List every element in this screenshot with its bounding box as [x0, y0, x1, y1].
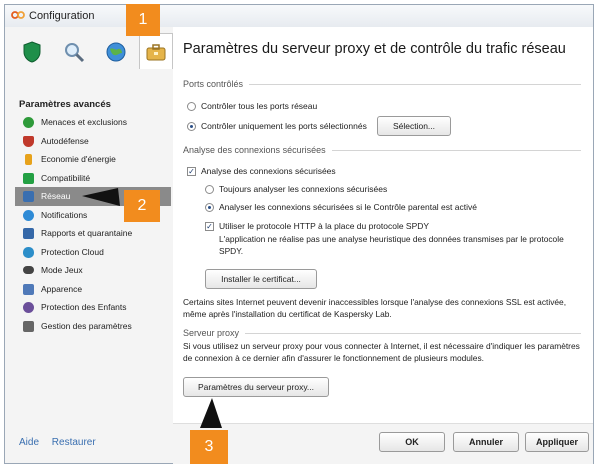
install-certificate-button[interactable]: Installer le certificat...: [205, 269, 317, 289]
nav-item-gaming[interactable]: Mode Jeux: [15, 261, 171, 280]
kaspersky-logo-icon: [11, 11, 25, 19]
ok-button[interactable]: OK: [379, 432, 445, 452]
sidebar-heading: Paramètres avancés: [19, 99, 111, 110]
ssl-scan-label: Analyse des connexions sécurisées: [201, 166, 336, 176]
page-title: Paramètres du serveur proxy et de contrô…: [183, 41, 566, 57]
callout-1: 1: [126, 4, 160, 36]
ports-selected-label: Contrôler uniquement les ports sélection…: [201, 121, 367, 131]
configuration-window: Configuration Paramètres avancés Menaces…: [4, 4, 594, 464]
spdy-option[interactable]: ✓ Utiliser le protocole HTTP à la place …: [205, 221, 429, 231]
nav-item-self-defense[interactable]: Autodéfense: [15, 132, 171, 151]
check-circle-icon: [23, 117, 34, 128]
settings-nav: Menaces et exclusions Autodéfense Econom…: [15, 113, 171, 335]
nav-item-energy[interactable]: Economie d'énergie: [15, 150, 171, 169]
callout-3: 3: [190, 430, 228, 464]
shield-icon: [23, 41, 41, 63]
nav-item-parental[interactable]: Protection des Enfants: [15, 298, 171, 317]
spdy-note: L'application ne réalise pas une analyse…: [219, 234, 564, 256]
nav-item-label: Autodéfense: [41, 135, 89, 146]
ports-all-option[interactable]: Contrôler tous les ports réseau: [187, 101, 317, 111]
magnifier-icon: [65, 43, 85, 63]
ports-selected-option[interactable]: Contrôler uniquement les ports sélection…: [187, 121, 367, 131]
settings-tab[interactable]: [139, 33, 173, 69]
appearance-icon: [23, 283, 34, 295]
main-panel: Paramètres du serveur proxy et de contrô…: [173, 27, 593, 463]
ssl-parental-radio[interactable]: [205, 202, 214, 212]
cloud-icon: [23, 246, 34, 258]
group-divider: [245, 332, 581, 334]
group-divider: [249, 83, 581, 85]
nav-item-label: Notifications: [41, 209, 88, 220]
shield-icon: [23, 135, 34, 147]
protection-tab[interactable]: [15, 37, 49, 67]
title-bar: Configuration: [5, 5, 593, 28]
selection-button[interactable]: Sélection...: [377, 116, 451, 136]
nav-item-compatibility[interactable]: Compatibilité: [15, 169, 171, 188]
update-tab[interactable]: [99, 37, 133, 67]
spdy-checkbox[interactable]: ✓: [205, 221, 214, 231]
globe-icon: [106, 42, 126, 62]
sidebar-footer: Aide Restaurer: [19, 437, 106, 448]
nav-item-label: Réseau: [41, 191, 71, 201]
parental-icon: [23, 302, 34, 313]
nav-item-label: Protection Cloud: [41, 246, 104, 257]
reports-icon: [23, 228, 34, 239]
category-icons: [11, 31, 173, 73]
nav-item-settings-management[interactable]: Gestion des paramètres: [15, 317, 171, 336]
help-link[interactable]: Aide: [19, 437, 39, 448]
network-icon: [23, 191, 34, 202]
nav-item-cloud[interactable]: Protection Cloud: [15, 243, 171, 262]
scan-tab[interactable]: [57, 37, 91, 67]
ssl-parental-option[interactable]: Analyser les connexions sécurisées si le…: [205, 202, 477, 212]
ports-all-label: Contrôler tous les ports réseau: [201, 101, 318, 111]
gamepad-icon: [23, 266, 34, 274]
ssl-always-radio[interactable]: [205, 184, 214, 194]
nav-item-label: Gestion des paramètres: [41, 320, 132, 331]
ports-all-radio[interactable]: [187, 101, 196, 111]
battery-icon: [25, 154, 32, 165]
nav-item-label: Economie d'énergie: [41, 154, 116, 164]
compatibility-icon: [23, 172, 34, 184]
proxy-settings-button[interactable]: Paramètres du serveur proxy...: [183, 377, 329, 397]
nav-item-appearance[interactable]: Apparence: [15, 280, 171, 299]
nav-item-label: Apparence: [41, 283, 83, 294]
proxy-note: Si vous utilisez un serveur proxy pour v…: [183, 341, 580, 363]
nav-item-label: Rapports et quarantaine: [41, 228, 133, 238]
ports-selected-radio[interactable]: [187, 121, 196, 131]
ssl-scan-checkbox[interactable]: ✓: [187, 166, 196, 176]
ssl-group-label: Analyse des connexions sécurisées: [183, 145, 326, 155]
nav-item-label: Compatibilité: [41, 172, 91, 183]
apply-button[interactable]: Appliquer: [525, 432, 589, 452]
callout-2: 2: [124, 190, 160, 222]
window-title: Configuration: [29, 10, 95, 22]
info-icon: [23, 209, 34, 221]
restore-link[interactable]: Restaurer: [52, 437, 96, 448]
settings-file-icon: [23, 320, 34, 332]
toolbox-icon: [146, 43, 166, 60]
nav-item-label: Mode Jeux: [41, 265, 83, 275]
ssl-group-header: Analyse des connexions sécurisées: [183, 145, 581, 155]
ports-group-header: Ports contrôlés: [183, 79, 581, 89]
ssl-always-label: Toujours analyser les connexions sécuris…: [219, 184, 388, 194]
ssl-warning-note: Certains sites Internet peuvent devenir …: [183, 297, 567, 319]
ssl-always-option[interactable]: Toujours analyser les connexions sécuris…: [205, 184, 387, 194]
group-divider: [331, 149, 581, 151]
nav-item-threats[interactable]: Menaces et exclusions: [15, 113, 171, 132]
ssl-scan-option[interactable]: ✓ Analyse des connexions sécurisées: [187, 166, 336, 176]
dialog-button-bar: OK Annuler Appliquer: [173, 423, 593, 464]
nav-item-reports[interactable]: Rapports et quarantaine: [15, 224, 171, 243]
sidebar: Paramètres avancés Menaces et exclusions…: [5, 27, 174, 463]
nav-item-label: Menaces et exclusions: [41, 117, 127, 127]
proxy-group-header: Serveur proxy: [183, 328, 581, 338]
proxy-group-label: Serveur proxy: [183, 328, 240, 338]
ports-group-label: Ports contrôlés: [183, 79, 244, 89]
cancel-button[interactable]: Annuler: [453, 432, 519, 452]
spdy-label: Utiliser le protocole HTTP à la place du…: [219, 221, 430, 231]
ssl-parental-label: Analyser les connexions sécurisées si le…: [219, 202, 477, 212]
nav-item-label: Protection des Enfants: [41, 302, 127, 312]
